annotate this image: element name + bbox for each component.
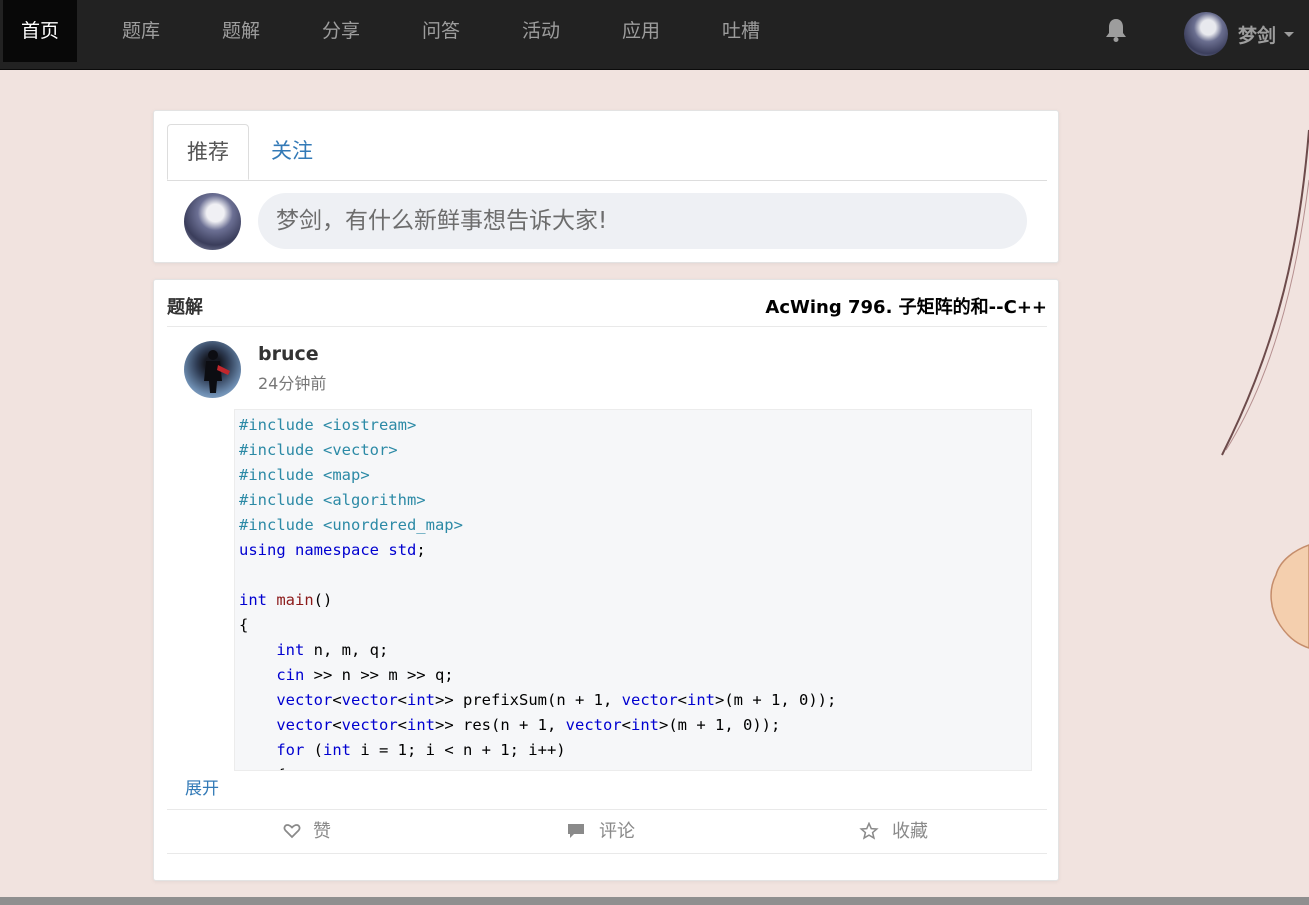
post-title[interactable]: AcWing 796. 子矩阵的和--C++	[765, 293, 1047, 319]
caret-down-icon	[1284, 32, 1294, 37]
nav-solutions[interactable]: 题解	[203, 0, 279, 62]
code-line: #include <map>	[239, 466, 370, 484]
tab-recommend[interactable]: 推荐	[167, 124, 249, 180]
nav-qa[interactable]: 问答	[403, 0, 479, 62]
code-line: #include <unordered_map>	[239, 516, 463, 534]
nav-complain[interactable]: 吐槽	[703, 0, 779, 62]
code-line: for (int i = 1; i < n + 1; i++)	[276, 741, 566, 759]
heart-icon	[283, 824, 301, 839]
nav-username: 梦剑	[1238, 25, 1277, 47]
code-line: {	[239, 763, 285, 770]
composer-card: 推荐 关注	[153, 110, 1059, 263]
post-actions: 赞 评论 收藏	[167, 809, 1047, 854]
comment-icon	[568, 824, 584, 838]
code-line: #include <iostream>	[239, 416, 417, 434]
favorite-button[interactable]: 收藏	[859, 810, 939, 853]
favorite-label: 收藏	[892, 821, 928, 842]
post-time: 24分钟前	[258, 374, 327, 393]
code-line: int n, m, q;	[276, 641, 389, 659]
nav-share[interactable]: 分享	[303, 0, 379, 62]
code-line: #include <algorithm>	[239, 491, 426, 509]
bell-icon[interactable]	[1102, 16, 1130, 44]
star-icon	[859, 822, 879, 840]
nav-home[interactable]: 首页	[3, 0, 77, 62]
post-card: 题解 AcWing 796. 子矩阵的和--C++ bruce 24分钟前 #i…	[153, 279, 1059, 881]
nav-activity[interactable]: 活动	[503, 0, 579, 62]
post-category[interactable]: 题解	[167, 293, 203, 319]
comment-label: 评论	[599, 821, 635, 842]
horizontal-scrollbar[interactable]	[0, 897, 1309, 905]
nav-apps[interactable]: 应用	[603, 0, 679, 62]
tab-following[interactable]: 关注	[253, 124, 331, 180]
top-navbar: 首页 题库 题解 分享 问答 活动 应用 吐槽 梦剑	[0, 0, 1309, 70]
post-input[interactable]	[258, 193, 1027, 249]
feed-tabs: 推荐 关注	[167, 124, 1047, 181]
code-line: int main()	[239, 591, 333, 609]
code-line: using namespace std;	[239, 541, 426, 559]
code-block: #include <iostream> #include <vector> #i…	[234, 409, 1032, 771]
post-header: 题解 AcWing 796. 子矩阵的和--C++	[167, 280, 1047, 327]
code-line: #include <vector>	[239, 441, 398, 459]
comment-button[interactable]: 评论	[566, 810, 646, 853]
code-line: vector<vector<int>> res(n + 1, vector<in…	[276, 716, 781, 734]
code-line: vector<vector<int>> prefixSum(n + 1, vec…	[276, 691, 837, 709]
like-label: 赞	[313, 821, 331, 842]
avatar	[184, 193, 241, 250]
code-line: {	[239, 616, 249, 634]
author-name[interactable]: bruce	[258, 343, 319, 365]
code-line: cin >> n >> m >> q;	[276, 666, 454, 684]
background-decoration	[1221, 129, 1309, 649]
nav-problems[interactable]: 题库	[103, 0, 179, 62]
avatar	[1184, 12, 1228, 56]
expand-link[interactable]: 展开	[185, 774, 219, 799]
author-avatar[interactable]	[184, 341, 241, 398]
like-button[interactable]: 赞	[283, 810, 353, 853]
